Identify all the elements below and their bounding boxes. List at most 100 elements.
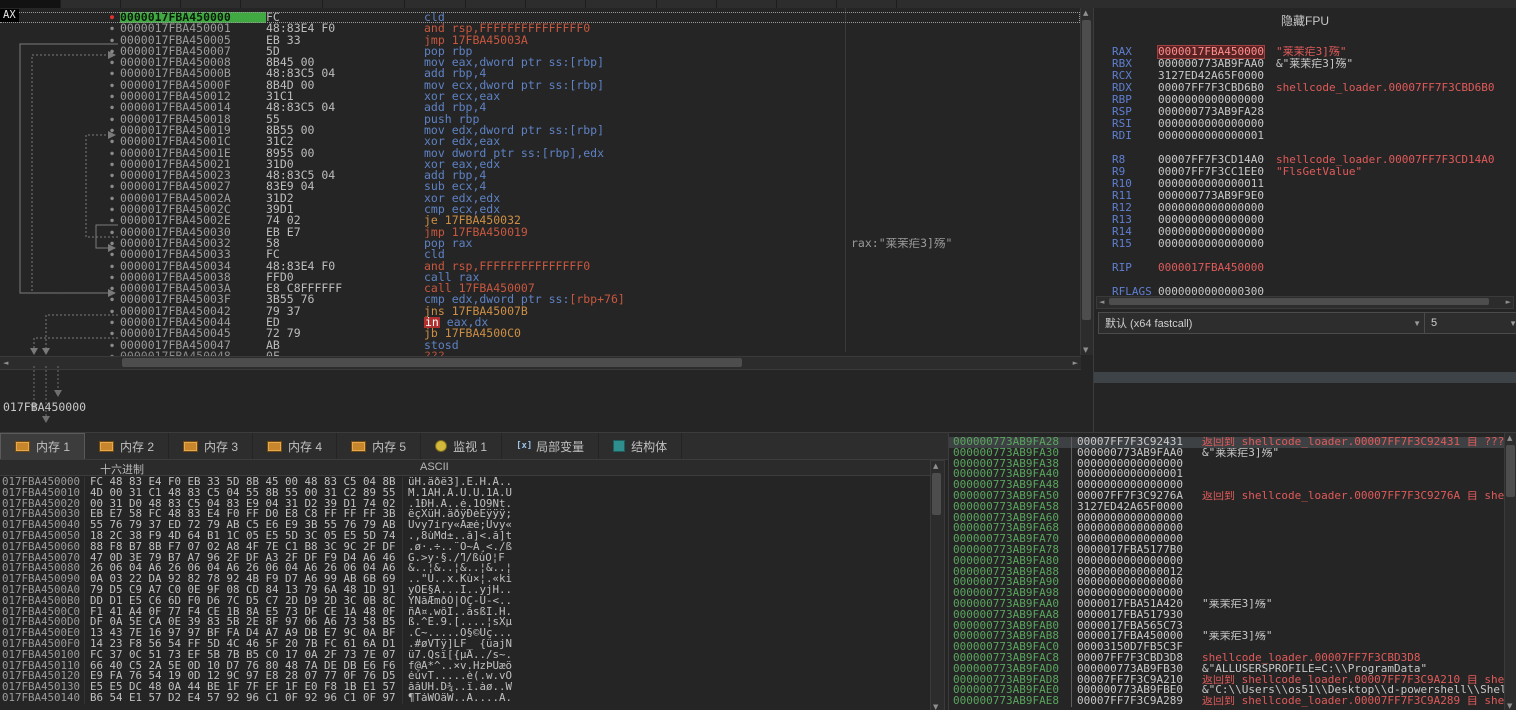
hscroll-thumb[interactable] <box>1109 298 1489 305</box>
scroll-up-icon[interactable]: ▲ <box>1083 9 1088 17</box>
dump-ascii: .,8ùMd±..å]<.å]t <box>402 531 512 542</box>
breakpoint-dot-icon[interactable] <box>104 114 120 125</box>
breakpoint-dot-icon[interactable] <box>104 238 120 249</box>
breakpoint-dot-icon[interactable] <box>104 136 120 147</box>
argument-row[interactable]: 3: r8 00007FF7F3CD14A0 shellcode_loader.… <box>1094 360 1516 371</box>
breakpoint-dot-icon[interactable] <box>104 46 120 57</box>
dump-tab-icon <box>183 441 198 452</box>
dump-tab[interactable]: 监视 1 <box>421 433 502 459</box>
instruction-text: cld <box>424 249 845 260</box>
stack-annotation <box>1195 513 1202 524</box>
scroll-left-icon[interactable]: ◄ <box>1099 298 1104 306</box>
stack-vscrollbar[interactable]: ▲ ▼ <box>1504 433 1516 710</box>
breakpoint-dot-icon[interactable] <box>104 283 120 294</box>
instruction-comment <box>845 68 851 79</box>
breakpoint-dot-icon[interactable] <box>104 328 120 339</box>
registers-hscrollbar[interactable]: ◄ ► <box>1096 296 1514 309</box>
scroll-up-icon[interactable]: ▲ <box>933 462 938 470</box>
instruction-comment <box>845 102 851 113</box>
disassembly-rows: 0000017FBA450000 FC cld 0000017FBA450001… <box>0 12 1080 356</box>
breakpoint-dot-icon[interactable] <box>104 68 120 79</box>
instruction-comment <box>845 317 851 328</box>
vscroll-thumb[interactable] <box>1082 20 1091 320</box>
scroll-left-icon[interactable]: ◄ <box>3 359 8 367</box>
argument-row[interactable]: 1: rcx 3127ED42A65F0000 <box>1094 338 1516 349</box>
disasm-hscrollbar[interactable]: ◄ ► <box>0 356 1081 370</box>
scroll-down-icon[interactable]: ▼ <box>1083 346 1088 354</box>
instruction-text: push rbp <box>424 114 845 125</box>
dump-tab[interactable]: 结构体 <box>599 433 682 459</box>
breakpoint-dot-icon[interactable] <box>104 35 120 46</box>
breakpoint-dot-icon[interactable] <box>104 148 120 159</box>
dump-hex-bytes: B6 54 E1 57 D2 E4 57 92 96 C1 0F 92 96 C… <box>84 693 402 704</box>
dump-row[interactable]: 017FBA450140 B6 54 E1 57 D2 E4 57 92 96 … <box>0 693 934 704</box>
scroll-right-icon[interactable]: ► <box>1073 359 1078 367</box>
register-row[interactable]: RIP 0000017FBA450000 <box>1112 262 1512 274</box>
instruction-bytes: 72 79 <box>266 328 424 339</box>
scroll-down-icon[interactable]: ▼ <box>1507 702 1512 710</box>
breakpoint-dot-icon[interactable] <box>104 261 120 272</box>
register-row[interactable]: R15 0000000000000000 <box>1112 238 1512 250</box>
register-row[interactable]: RDI 0000000000000001 <box>1112 130 1512 142</box>
instruction-text: xor edx,edx <box>424 193 845 204</box>
breakpoint-dot-icon[interactable] <box>104 272 120 283</box>
dump-tab[interactable]: 内存 4 <box>253 433 337 459</box>
breakpoint-dot-icon[interactable] <box>104 57 120 68</box>
argument-row[interactable]: 2: rdx 00007FF7F3CBD6B0 shellcode_loader… <box>1094 349 1516 360</box>
disassembly-pane: 0000017FBA450000 FC cld 0000017FBA450001… <box>0 8 1094 432</box>
instruction-comment <box>845 328 851 339</box>
scroll-right-icon[interactable]: ► <box>1506 298 1511 306</box>
hide-fpu-button[interactable]: 隐藏FPU <box>1094 12 1516 29</box>
breakpoint-dot-icon[interactable] <box>104 80 120 91</box>
stack-annotation <box>1195 642 1202 653</box>
breakpoint-dot-icon[interactable] <box>104 294 120 305</box>
argument-row[interactable]: 4: r9 00007FF7F3CC1EE0 shellcode_loader.… <box>1094 372 1516 383</box>
breakpoint-dot-icon[interactable] <box>104 306 120 317</box>
breakpoint-dot-icon[interactable] <box>104 340 120 351</box>
breakpoint-dot-icon[interactable] <box>104 125 120 136</box>
stack-row[interactable]: 000000773AB9FAE8 00007FF7F3C9A289 返回到 sh… <box>949 696 1505 707</box>
dump-ascii: éúvT.....è(.w.vÕ <box>402 671 512 682</box>
breakpoint-dot-icon[interactable] <box>104 170 120 181</box>
breakpoint-dot-icon[interactable] <box>104 227 120 238</box>
register-rows: RAX 0000017FBA450000 "莱茉疟3]殇" RBX 000000… <box>1112 46 1512 298</box>
breakpoint-dot-icon[interactable] <box>104 317 120 328</box>
argument-row[interactable]: 5: [rsp+28] 0000000000000000 00000000000… <box>1094 383 1516 394</box>
scroll-down-icon[interactable]: ▼ <box>933 703 938 710</box>
dump-tab[interactable]: 内存 3 <box>169 433 253 459</box>
disasm-vscrollbar[interactable]: ▲ ▼ <box>1080 8 1093 355</box>
arg-count-select[interactable]: 5 ▼ <box>1424 312 1516 334</box>
arguments-list: 1: rcx 3127ED42A65F0000 2: rdx 00007FF7F… <box>1094 338 1516 394</box>
vscroll-thumb[interactable] <box>932 473 941 515</box>
dump-vscrollbar[interactable]: ▲ ▼ <box>930 460 945 710</box>
instruction-text: sub ecx,4 <box>424 181 845 192</box>
dump-tab[interactable]: 内存 1 <box>0 433 85 459</box>
breakpoint-dot-icon[interactable] <box>104 159 120 170</box>
dump-tab[interactable]: 内存 2 <box>85 433 169 459</box>
dump-ascii: &..¦&..¦&..¦&..¦ <box>402 563 512 574</box>
breakpoint-dot-icon[interactable] <box>104 91 120 102</box>
breakpoint-dot-icon[interactable] <box>104 102 120 113</box>
instruction-comment <box>845 272 851 283</box>
scroll-up-icon[interactable]: ▲ <box>1507 434 1512 442</box>
vscroll-thumb[interactable] <box>1506 445 1515 497</box>
breakpoint-dot-icon[interactable] <box>104 204 120 215</box>
dump-tab[interactable]: 局部变量 <box>502 433 599 459</box>
dump-tab[interactable]: 内存 5 <box>337 433 421 459</box>
breakpoint-dot-icon[interactable] <box>104 23 120 34</box>
dump-tab-icon <box>613 440 625 452</box>
breakpoint-dot-icon[interactable] <box>104 193 120 204</box>
breakpoint-dot-icon[interactable] <box>104 215 120 226</box>
instruction-text: xor edx,eax <box>424 136 845 147</box>
instruction-comment <box>845 170 851 181</box>
calling-convention-select[interactable]: 默认 (x64 fastcall) ▼ <box>1098 312 1428 334</box>
stack-annotation: 返回到 shellcode_loader.00007FF7F3C9A210 自 … <box>1195 675 1505 686</box>
stack-annotation <box>1195 469 1202 480</box>
breakpoint-dot-icon[interactable] <box>104 181 120 192</box>
hscroll-thumb[interactable] <box>122 358 742 367</box>
register-annotation: shellcode_loader.00007FF7F3CBD6B0 <box>1276 82 1495 94</box>
breakpoint-dot-icon[interactable] <box>104 12 120 23</box>
instruction-comment <box>845 193 851 204</box>
breakpoint-dot-icon[interactable] <box>104 249 120 260</box>
dump-tab-icon <box>99 441 114 452</box>
